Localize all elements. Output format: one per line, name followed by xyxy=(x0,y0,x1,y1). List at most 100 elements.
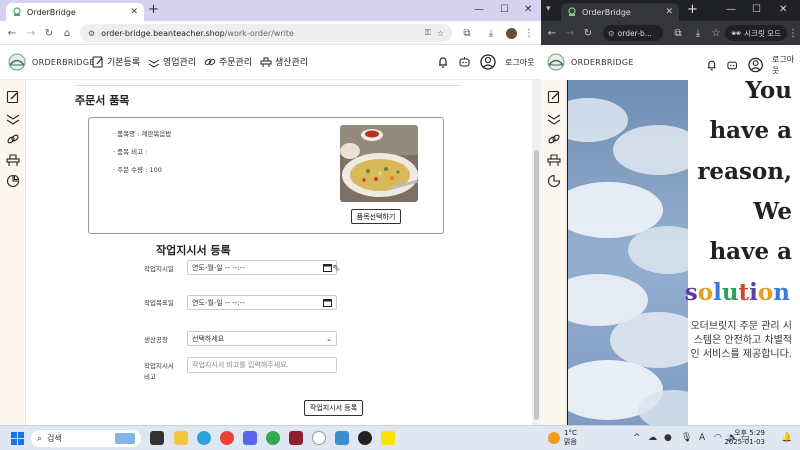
back-icon[interactable]: ← xyxy=(5,26,19,40)
task-view-icon[interactable] xyxy=(150,431,164,445)
left-active-tab[interactable]: OrderBridge ✕ xyxy=(6,3,144,21)
nav-order-management[interactable]: 주문관리 xyxy=(204,55,252,68)
reload-icon[interactable]: ↻ xyxy=(42,26,56,40)
weather-widget[interactable]: 1°C 맑음 xyxy=(548,429,577,447)
minimize-icon[interactable]: — xyxy=(726,3,736,17)
close-tab-icon[interactable]: ✕ xyxy=(130,7,138,17)
factory-select[interactable]: 선택하세요 ⌄ xyxy=(187,331,337,346)
site-favicon-icon xyxy=(568,7,576,16)
notification-bell-icon[interactable]: 🔔 xyxy=(781,433,792,443)
extensions-icon[interactable]: ⧉ xyxy=(460,26,474,40)
target-date-value: 연도-월-일 -- --:-- xyxy=(192,298,245,307)
kakaotalk-icon[interactable] xyxy=(381,431,395,445)
profile-avatar-icon[interactable] xyxy=(504,26,518,40)
chatbot-icon[interactable] xyxy=(458,56,471,68)
sidebar-link-icon[interactable] xyxy=(6,132,20,146)
wifi-icon[interactable]: ◠ xyxy=(714,433,722,443)
sidebar-factory-icon[interactable] xyxy=(6,153,20,167)
obs-icon[interactable] xyxy=(358,431,372,445)
app-icon[interactable] xyxy=(289,431,303,445)
start-date-value: 연도-월-일 -- --:-- xyxy=(192,263,245,272)
incognito-badge[interactable]: 🕶 시크릿 모드 xyxy=(725,25,788,41)
select-item-button[interactable]: 품목선택하기 xyxy=(351,209,401,224)
calendar-icon[interactable] xyxy=(323,263,332,272)
tray-app-icon[interactable]: ● xyxy=(664,433,672,443)
forward-icon[interactable]: → xyxy=(24,26,38,40)
user-avatar-icon[interactable] xyxy=(748,57,763,73)
address-bar[interactable]: ⚙ order-bridge.beanteacher.shop/work-ord… xyxy=(80,24,452,42)
download-icon[interactable]: ⤓ xyxy=(484,26,498,40)
nav-basic-registration[interactable]: 기본등록 xyxy=(92,55,140,68)
brand-name: ORDERBRIDGE xyxy=(571,57,634,67)
system-clock[interactable]: 오후 5:29 2025-01-03 xyxy=(724,429,765,447)
bell-icon[interactable] xyxy=(706,59,717,71)
site-info-icon[interactable]: ⚙ xyxy=(88,29,95,38)
nav-label: 기본등록 xyxy=(107,58,141,68)
sidebar-edit-icon[interactable] xyxy=(6,90,20,104)
forward-icon[interactable]: → xyxy=(563,26,577,40)
browser-menu-icon[interactable]: ⋮ xyxy=(522,26,536,40)
brand-logo[interactable]: ORDERBRIDGE xyxy=(546,53,634,71)
target-date-input[interactable]: 연도-월-일 -- --:-- xyxy=(187,295,337,310)
new-tab-icon[interactable]: + xyxy=(687,3,698,17)
sidebar-chart-icon[interactable] xyxy=(547,174,561,188)
start-date-input[interactable]: 연도-월-일 -- --:-- xyxy=(187,260,337,275)
tab-search-icon[interactable]: ▾ xyxy=(546,4,551,14)
address-bar[interactable]: ⚙ order-b... xyxy=(603,25,663,41)
solution-letter: t xyxy=(738,279,750,306)
download-icon[interactable]: ⤓ xyxy=(691,26,705,40)
maximize-icon[interactable]: ☐ xyxy=(500,3,509,17)
site-info-icon[interactable]: ⚙ xyxy=(608,29,615,38)
chatbot-icon[interactable] xyxy=(726,59,738,71)
brand-logo[interactable]: ORDERBRIDGE xyxy=(7,53,95,71)
bell-icon[interactable] xyxy=(437,56,449,68)
tray-chevron-up-icon[interactable]: ^ xyxy=(633,433,641,443)
nav-sales-management[interactable]: 영업관리 xyxy=(148,55,196,68)
right-active-tab[interactable]: OrderBridge ✕ xyxy=(561,3,679,21)
windows-start-icon[interactable] xyxy=(11,432,24,445)
password-key-icon[interactable]: ⚿ xyxy=(425,28,431,38)
sidebar-factory-icon[interactable] xyxy=(547,153,561,167)
note-input[interactable]: 작업지시서 비고를 입력해주세요. xyxy=(187,357,337,373)
calculator-icon[interactable] xyxy=(335,431,349,445)
edge-browser-icon[interactable] xyxy=(197,431,211,445)
browser-menu-icon[interactable]: ⋮ xyxy=(786,26,800,40)
logout-link[interactable]: 로그아웃 xyxy=(772,54,800,76)
close-tab-icon[interactable]: ✕ xyxy=(665,7,673,17)
sidebar-handshake-icon[interactable] xyxy=(6,111,20,125)
sidebar-chart-icon[interactable] xyxy=(6,174,20,188)
url-host: order-bridge.beanteacher.shop xyxy=(101,28,225,38)
tray-cloud-icon[interactable]: ☁ xyxy=(648,433,657,443)
submit-work-order-button[interactable]: 작업지시서 등록 xyxy=(304,400,363,416)
calendar-icon[interactable] xyxy=(323,298,332,307)
bookmark-star-icon[interactable]: ☆ xyxy=(437,29,444,38)
ime-indicator-icon[interactable]: A xyxy=(699,433,705,443)
reload-icon[interactable]: ↻ xyxy=(581,26,595,40)
close-window-icon[interactable]: ✕ xyxy=(779,3,787,17)
sun-icon xyxy=(548,432,560,444)
github-icon[interactable] xyxy=(312,431,326,445)
bookmark-star-icon[interactable]: ☆ xyxy=(709,26,723,40)
sidebar-handshake-icon[interactable] xyxy=(547,111,561,125)
chrome-icon[interactable] xyxy=(220,431,234,445)
sidebar-link-icon[interactable] xyxy=(547,132,561,146)
nav-production-management[interactable]: 생산관리 xyxy=(260,55,308,68)
file-explorer-icon[interactable] xyxy=(174,431,188,445)
home-icon[interactable]: ⌂ xyxy=(60,26,74,40)
incognito-label: 시크릿 모드 xyxy=(744,28,782,38)
sidebar-edit-icon[interactable] xyxy=(547,90,561,104)
maximize-icon[interactable]: ☐ xyxy=(752,3,761,17)
taskbar-search[interactable]: ⌕ 검색 xyxy=(31,430,141,447)
page-scrollbar[interactable] xyxy=(532,80,541,425)
chrome-profile-icon[interactable] xyxy=(266,431,280,445)
user-avatar-icon[interactable] xyxy=(480,54,496,70)
extensions-icon[interactable]: ⧉ xyxy=(671,26,685,40)
new-tab-icon[interactable]: + xyxy=(148,3,159,17)
logout-link[interactable]: 로그아웃 xyxy=(505,57,534,68)
discord-icon[interactable] xyxy=(243,431,257,445)
scrollbar-thumb[interactable] xyxy=(534,150,539,420)
back-icon[interactable]: ← xyxy=(545,26,559,40)
microphone-icon[interactable]: 🎙 xyxy=(681,433,692,443)
minimize-icon[interactable]: — xyxy=(474,3,484,17)
close-window-icon[interactable]: ✕ xyxy=(524,3,532,17)
